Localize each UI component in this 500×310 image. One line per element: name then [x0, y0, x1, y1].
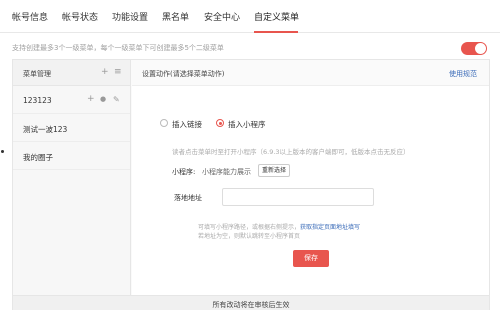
address-note-line2: 若地址为空，则默认跳转至小程序首页 [198, 233, 301, 240]
menu-list: 菜单管理 + ≡ 123123 + ● ✎ 测试一波123 我的圈子 [13, 60, 131, 295]
miniprogram-label: 小程序: [172, 168, 196, 176]
edit-icon[interactable]: ✎ [113, 95, 120, 104]
menu-list-title: 菜单管理 [23, 70, 51, 78]
action-description: 读者点击菜单时至打开小程序（6.9.3以上版本的客户端即可，低版本点击无反应） [172, 148, 410, 156]
landing-address-label: 落地地址 [174, 194, 202, 202]
action-settings-title: 设置动作(请选择菜单动作) [142, 70, 225, 78]
menu-item[interactable]: 测试一波123 [13, 114, 130, 142]
menu-item[interactable]: 123123 + ● ✎ [13, 86, 130, 114]
tab-account-status[interactable]: 帐号状态 [62, 10, 98, 23]
menu-list-header: 菜单管理 + ≡ [13, 60, 130, 86]
menu-item-label: 我的圈子 [23, 153, 53, 162]
tab-bar: 帐号信息 帐号状态 功能设置 黑名单 安全中心 自定义菜单 [0, 0, 500, 33]
menu-item[interactable]: 我的圈子 [13, 142, 130, 170]
action-settings: 设置动作(请选择菜单动作) 使用规范 插入链接 插入小程序 读者点击菜单时至打开… [132, 60, 489, 295]
get-page-address-link[interactable]: 获取指定页面地址填写 [300, 224, 360, 231]
add-submenu-icon[interactable]: + [87, 95, 95, 104]
menu-editor-panel: 菜单管理 + ≡ 123123 + ● ✎ 测试一波123 我的圈子 设置动作(… [12, 59, 490, 310]
menu-item-label: 123123 [23, 96, 52, 105]
menu-limit-hint: 支持创建最多3个一级菜单，每个一级菜单下可创建最多5个二级菜单 [12, 44, 224, 52]
review-footer: 所有改动将在审核后生效 [13, 295, 489, 310]
tab-custom-menu[interactable]: 自定义菜单 [254, 10, 299, 23]
menu-item-label: 测试一波123 [23, 125, 68, 134]
miniprogram-name: 小程序能力展示 [202, 168, 251, 176]
tab-feature-settings[interactable]: 功能设置 [112, 10, 148, 23]
usage-rules-link[interactable]: 使用规范 [449, 69, 477, 79]
review-notice: 所有改动将在审核后生效 [212, 301, 290, 309]
tab-security-center[interactable]: 安全中心 [204, 10, 240, 23]
landing-address-input[interactable] [222, 188, 374, 206]
delete-icon[interactable]: ● [100, 95, 106, 104]
address-note-text: 可填写小程序路径，或根据右侧提示， [198, 224, 301, 231]
sort-icon[interactable]: ≡ [114, 68, 122, 77]
toggle-knob [475, 43, 486, 54]
active-tab-indicator [254, 31, 298, 33]
reselect-button[interactable]: 重新选择 [258, 164, 290, 177]
bullet-dot [1, 150, 4, 153]
radio-insert-link-label[interactable]: 插入链接 [172, 119, 202, 130]
save-button[interactable]: 保存 [293, 250, 329, 267]
tab-blacklist[interactable]: 黑名单 [162, 10, 189, 23]
custom-menu-toggle[interactable] [461, 42, 487, 55]
add-icon[interactable]: + [101, 68, 109, 77]
radio-insert-link[interactable] [160, 119, 168, 127]
action-settings-header: 设置动作(请选择菜单动作) 使用规范 [132, 60, 489, 86]
radio-insert-miniprogram[interactable] [216, 119, 224, 127]
address-note-line1: 可填写小程序路径，或根据右侧提示，获取指定页面地址填写 [198, 222, 360, 231]
tab-account-info[interactable]: 帐号信息 [12, 10, 48, 23]
radio-insert-miniprogram-label[interactable]: 插入小程序 [228, 119, 266, 130]
